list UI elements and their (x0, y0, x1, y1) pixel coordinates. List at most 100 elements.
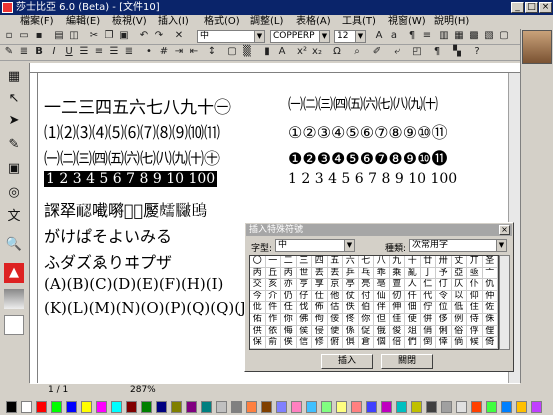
symbol-cell[interactable]: 伴 (374, 302, 390, 314)
symbol-cell[interactable]: 倚 (482, 337, 498, 349)
symbol-cell[interactable]: 丙 (281, 267, 297, 280)
symbol-cell[interactable]: 仇 (482, 279, 498, 291)
symbol-cell[interactable]: 侮 (281, 325, 297, 338)
table-icon[interactable]: ▦ (452, 29, 466, 43)
symbol-cell[interactable]: 你 (281, 313, 297, 326)
symbol-grid-scrollbar[interactable] (499, 255, 510, 350)
color-swatch[interactable] (171, 401, 182, 413)
font-color-icon[interactable]: A (275, 45, 289, 59)
symbol-cell[interactable]: 俱 (343, 337, 359, 349)
symbol-cell[interactable]: 估 (327, 302, 343, 314)
symbol-cell[interactable]: 亠 (482, 267, 498, 280)
format-painter-icon[interactable]: ✐ (370, 45, 384, 59)
symbol-cell[interactable]: 八 (374, 256, 390, 268)
justify-all-icon[interactable]: ≣ (122, 45, 136, 59)
columns-icon[interactable]: ▥ (437, 29, 451, 43)
color-swatch[interactable] (531, 401, 542, 413)
symbol-grid[interactable]: 〇一二三四五六七八九十廿卅丈丌圣丙丘丙世丟丟乒乓乖乘亂亅予亞亟亠交亥亦亨享京亭亮… (249, 255, 499, 350)
color-swatch[interactable] (51, 401, 62, 413)
symbol-cell[interactable]: 侏 (482, 313, 498, 326)
color-swatch[interactable] (336, 401, 347, 413)
symbol-cell[interactable]: 倒 (420, 337, 436, 349)
layout-icon[interactable]: ▧ (482, 29, 496, 43)
shrink-font-icon[interactable]: a (387, 29, 401, 43)
symbol-cell[interactable]: 依 (265, 325, 281, 338)
symbol-cell[interactable]: 仆 (467, 279, 483, 291)
symbol-cell[interactable]: 一 (265, 256, 281, 268)
menu-view[interactable]: 檢視(V) (112, 15, 147, 29)
delete-icon[interactable]: ✕ (172, 29, 186, 43)
page-tool-icon[interactable]: ▦ (4, 67, 24, 87)
menu-help[interactable]: 說明(H) (434, 15, 469, 29)
symbol-cell[interactable]: 仁 (420, 279, 436, 291)
color-swatch[interactable] (516, 401, 527, 413)
symbol-cell[interactable]: 佟 (343, 313, 359, 326)
symbol-cell[interactable]: 六 (343, 256, 359, 268)
symbol-cell[interactable]: 佑 (250, 313, 266, 326)
symbol-cell[interactable]: 使 (405, 313, 421, 326)
dialog-type-combo[interactable]: 次常用字 ▼ (409, 239, 507, 252)
symbol-cell[interactable]: 仲 (482, 290, 498, 303)
italic-icon[interactable]: I (47, 45, 61, 59)
symbol-cell[interactable]: 佞 (327, 313, 343, 326)
menu-insert[interactable]: 插入(I) (158, 15, 189, 29)
symbol-cell[interactable]: 修 (312, 337, 328, 349)
color-swatch[interactable] (81, 401, 92, 413)
symbol-cell[interactable]: 仗 (343, 290, 359, 303)
symbol-cell[interactable]: 人 (405, 279, 421, 291)
copy-icon[interactable]: ❐ (102, 29, 116, 43)
symbol-cell[interactable]: 丈 (451, 256, 467, 268)
bold-icon[interactable]: B (32, 45, 46, 59)
menu-format[interactable]: 格式(O) (204, 15, 240, 29)
symbol-cell[interactable]: 交 (250, 279, 266, 291)
zoom-level[interactable]: 287% (130, 385, 156, 395)
symbol-cell[interactable]: 亳 (374, 279, 390, 291)
minimize-button[interactable]: _ (511, 2, 524, 13)
symbol-cell[interactable]: 亮 (358, 279, 374, 291)
save-icon[interactable]: ▪ (32, 29, 46, 43)
symbol-cell[interactable]: 倖 (436, 337, 452, 349)
color-swatch[interactable] (96, 401, 107, 413)
symbol-cell[interactable]: 卅 (436, 256, 452, 268)
symbol-cell[interactable]: 他 (327, 290, 343, 303)
symbol-cell[interactable]: 例 (451, 313, 467, 326)
maximize-button[interactable]: □ (525, 2, 538, 13)
symbol-cell[interactable]: 乓 (358, 267, 374, 280)
color-swatch[interactable] (366, 401, 377, 413)
color-swatch[interactable] (66, 401, 77, 413)
symbol-cell[interactable]: 候 (467, 337, 483, 349)
symbol-cell[interactable]: 俯 (327, 337, 343, 349)
symbol-cell[interactable]: 件 (265, 302, 281, 314)
open-icon[interactable]: ▭ (17, 29, 31, 43)
symbol-cell[interactable]: 仍 (281, 290, 297, 303)
symbol-cell[interactable]: 丌 (467, 256, 483, 268)
align-center-icon[interactable]: ≡ (92, 45, 106, 59)
symbol-cell[interactable]: 仄 (451, 279, 467, 291)
symbol-cell[interactable]: 俊 (389, 325, 405, 338)
symbol-cell[interactable]: 三 (296, 256, 312, 268)
symbol-cell[interactable]: 俚 (482, 325, 498, 338)
symbol-cell[interactable]: 乒 (343, 267, 359, 280)
symbol-cell[interactable]: 仳 (250, 302, 266, 314)
symbol-cell[interactable]: 保 (250, 337, 266, 349)
underline-icon[interactable]: U (62, 45, 76, 59)
paragraph-icon[interactable]: ¶ (405, 29, 419, 43)
new-icon[interactable]: ▫ (2, 29, 16, 43)
menu-tools[interactable]: 工具(T) (342, 15, 376, 29)
symbol-cell[interactable]: 仔 (296, 290, 312, 303)
symbol-cell[interactable]: 亅 (420, 267, 436, 280)
grid-icon[interactable]: ▩ (467, 29, 481, 43)
color-swatch[interactable] (216, 401, 227, 413)
highlight-icon[interactable]: ▮ (260, 45, 274, 59)
symbol-cell[interactable]: 佃 (405, 302, 421, 314)
select-tool-icon[interactable]: ↖ (4, 89, 24, 109)
symbol-cell[interactable]: 信 (296, 337, 312, 349)
symbol-icon[interactable]: Ω (330, 45, 344, 59)
text-icon[interactable]: ≣ (17, 45, 31, 59)
symbol-cell[interactable]: 倍 (389, 337, 405, 349)
symbol-cell[interactable]: 位 (436, 302, 452, 314)
color-swatch[interactable] (351, 401, 362, 413)
symbol-cell[interactable]: 促 (358, 325, 374, 338)
symbol-cell[interactable]: 侍 (467, 313, 483, 326)
symbol-cell[interactable]: 亭 (343, 279, 359, 291)
